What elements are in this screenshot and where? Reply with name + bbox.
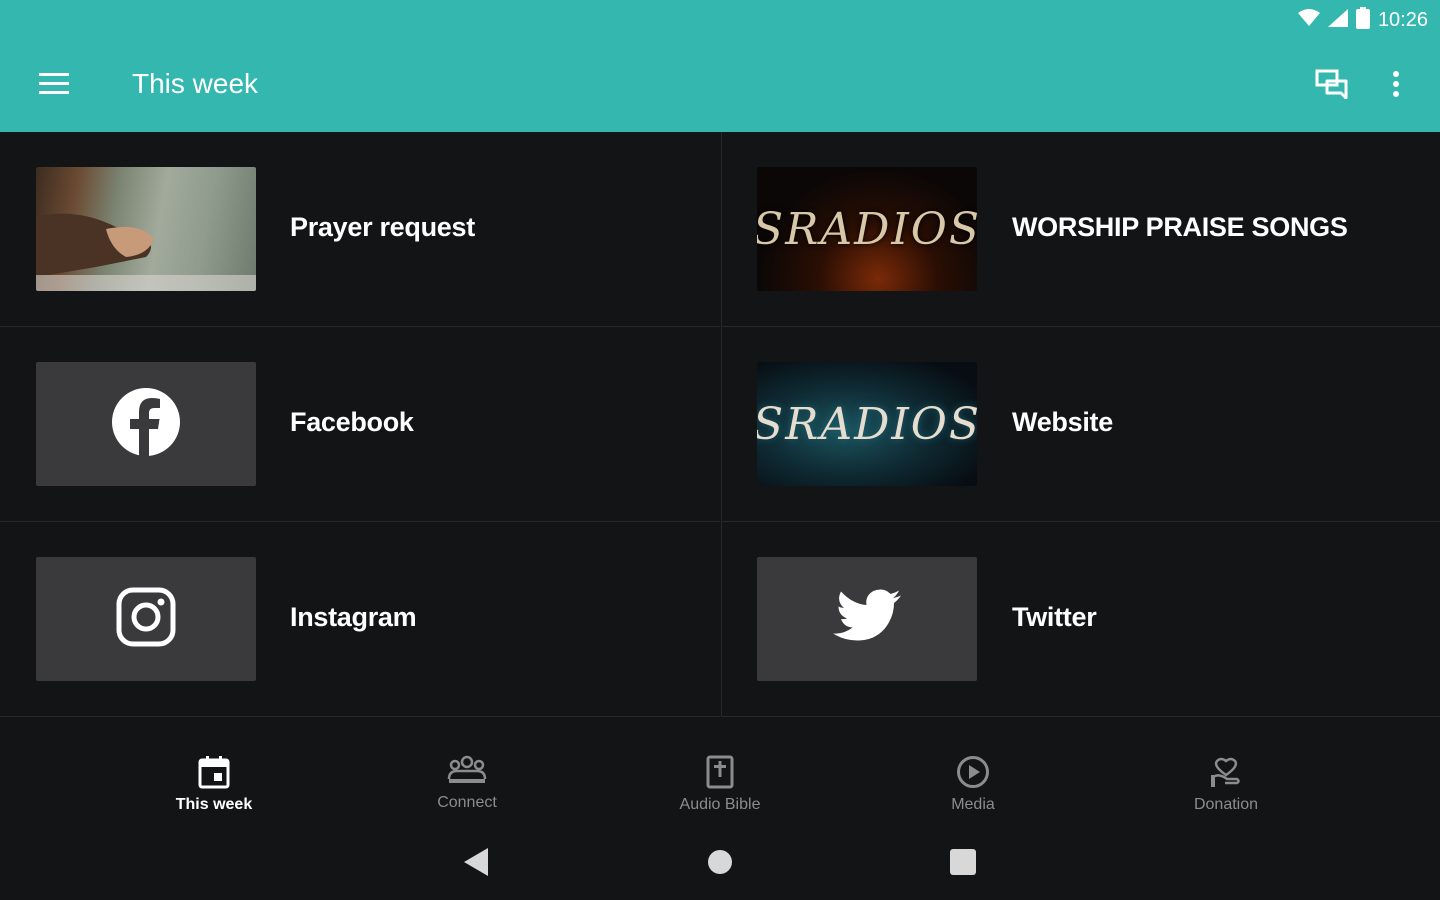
- donation-icon: [1209, 755, 1243, 794]
- chat-button[interactable]: [1302, 62, 1362, 110]
- nav-label: Audio Bible: [679, 796, 761, 813]
- more-vert-icon: [1392, 70, 1400, 102]
- grid-item-website[interactable]: SRADIOS Website: [721, 327, 1440, 522]
- instagram-icon: [116, 587, 176, 652]
- app-bar: This week: [0, 40, 1440, 132]
- recents-icon: [950, 848, 976, 880]
- more-options-button[interactable]: [1372, 62, 1420, 110]
- sradios-logo: SRADIOS: [757, 398, 977, 450]
- worship-logo-thumbnail: SRADIOS: [757, 167, 977, 291]
- back-icon: [464, 847, 488, 881]
- twitter-icon: [833, 589, 901, 650]
- grid-item-label: Prayer request: [290, 212, 475, 242]
- grid-item-label: WORSHIP PRAISE SONGS: [1012, 212, 1348, 242]
- page-title: This week: [132, 68, 259, 99]
- menu-button[interactable]: [24, 62, 84, 110]
- bible-icon: [706, 755, 734, 794]
- content-grid: Prayer request SRADIOS WORSHIP PRAISE SO…: [0, 132, 1440, 717]
- prayer-photo-thumbnail: [36, 167, 256, 291]
- home-button[interactable]: [700, 847, 740, 881]
- instagram-thumbnail: [36, 557, 256, 681]
- facebook-thumbnail: [36, 362, 256, 486]
- grid-item-label: Website: [1012, 407, 1113, 437]
- nav-donation[interactable]: Donation: [1136, 755, 1316, 825]
- praying-hands-image: [36, 213, 256, 291]
- grid-item-worship-praise-songs[interactable]: SRADIOS WORSHIP PRAISE SONGS: [721, 132, 1440, 327]
- grid-item-label: Facebook: [290, 407, 414, 437]
- facebook-icon: [111, 387, 181, 462]
- sradios-logo: SRADIOS: [757, 203, 977, 255]
- grid-item-label: Twitter: [1012, 602, 1097, 632]
- nav-label: Media: [951, 796, 995, 813]
- battery-icon: [1355, 6, 1370, 34]
- nav-connect[interactable]: Connect: [377, 755, 557, 825]
- website-logo-thumbnail: SRADIOS: [757, 362, 977, 486]
- nav-this-week[interactable]: This week: [124, 755, 304, 825]
- nav-media[interactable]: Media: [883, 755, 1063, 825]
- menu-icon: [39, 72, 69, 100]
- wifi-icon: [1297, 8, 1320, 32]
- status-icons: 10:26: [1297, 6, 1428, 34]
- status-bar: 10:26: [0, 0, 1440, 40]
- status-time: 10:26: [1377, 8, 1428, 31]
- grid-item-twitter[interactable]: Twitter: [721, 522, 1440, 717]
- nav-label: Donation: [1193, 796, 1259, 813]
- grid-item-label: Instagram: [290, 602, 417, 632]
- home-icon: [707, 849, 733, 880]
- bottom-navigation: This week Connect Audio Bible Media Dona…: [0, 717, 1440, 827]
- recents-button[interactable]: [943, 847, 983, 881]
- chat-icon: [1315, 69, 1349, 104]
- grid-item-prayer-request[interactable]: Prayer request: [0, 132, 720, 327]
- system-navigation-bar: [0, 827, 1440, 900]
- back-button[interactable]: [456, 847, 496, 881]
- group-icon: [447, 755, 487, 792]
- calendar-icon: [198, 755, 230, 794]
- twitter-thumbnail: [757, 557, 977, 681]
- play-circle-icon: [956, 755, 990, 794]
- nav-label: Connect: [437, 794, 497, 811]
- cell-signal-icon: [1327, 8, 1348, 32]
- grid-item-facebook[interactable]: Facebook: [0, 327, 720, 522]
- grid-item-instagram[interactable]: Instagram: [0, 522, 720, 717]
- nav-audio-bible[interactable]: Audio Bible: [630, 755, 810, 825]
- nav-label: This week: [175, 796, 253, 813]
